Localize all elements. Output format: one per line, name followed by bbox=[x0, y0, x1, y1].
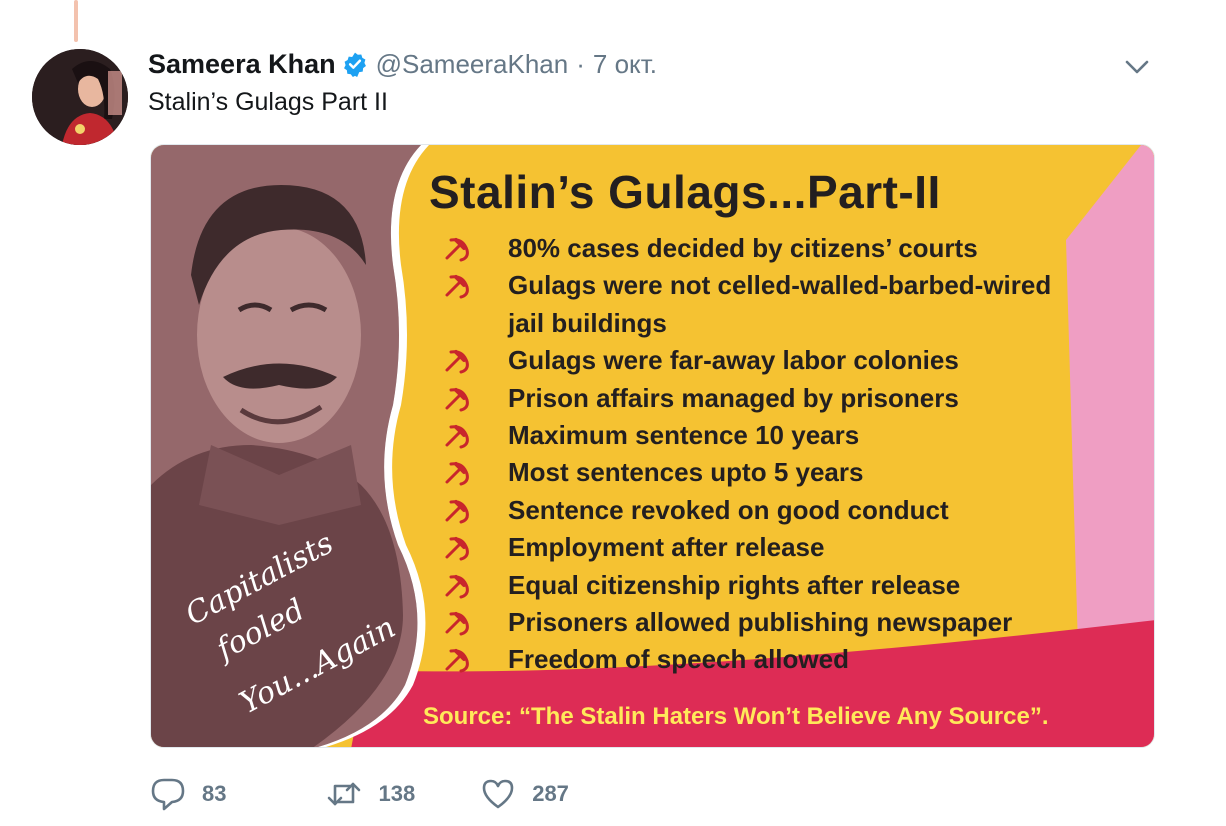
fact-item: Sentence revoked on good conduct bbox=[443, 492, 1051, 529]
fact-item: Prison affairs managed by prisoners bbox=[443, 380, 1051, 417]
like-count: 287 bbox=[532, 781, 569, 806]
fact-item: Gulags were far-away labor colonies bbox=[443, 342, 1051, 379]
retweet-icon bbox=[328, 782, 361, 806]
tweet-timestamp[interactable]: 7 окт. bbox=[593, 49, 657, 80]
fact-item: Freedom of speech allowed bbox=[443, 641, 1051, 678]
avatar[interactable] bbox=[32, 49, 128, 145]
chevron-down-icon[interactable] bbox=[1120, 54, 1154, 80]
like-button[interactable]: 287 bbox=[480, 776, 569, 812]
author-handle[interactable]: @SameeraKhan bbox=[376, 49, 569, 80]
fact-item: Maximum sentence 10 years bbox=[443, 417, 1051, 454]
fact-item: Prisoners allowed publishing newspaper bbox=[443, 604, 1051, 641]
fact-list: 80% cases decided by citizens’ courts Gul… bbox=[443, 230, 1051, 679]
infographic-title: Stalin’s Gulags...Part-II bbox=[429, 166, 941, 218]
fact-item: Employment after release bbox=[443, 529, 1051, 566]
fact-text: Gulags were not celled-walled-barbed-wir… bbox=[508, 270, 1052, 301]
fact-text: Equal citizenship rights after release bbox=[508, 569, 961, 600]
fact-item: 80% cases decided by citizens’ courts bbox=[443, 230, 1051, 267]
tweet-text: Stalin’s Gulags Part II bbox=[148, 88, 388, 116]
slogan-text: Capitalists fooled You...Again bbox=[180, 526, 401, 715]
header-separator: · bbox=[576, 48, 585, 79]
verified-badge-icon bbox=[342, 51, 368, 77]
fact-text: Employment after release bbox=[508, 532, 825, 563]
fact-item: jail buildings bbox=[443, 305, 1051, 342]
tweet-actions: 83 138 287 bbox=[150, 774, 629, 814]
hammer-and-sickle-icon bbox=[443, 230, 483, 267]
fact-text: 80% cases decided by citizens’ courts bbox=[508, 233, 978, 263]
hammer-and-sickle-icon bbox=[443, 641, 483, 678]
hammer-and-sickle-icon bbox=[443, 567, 483, 604]
tweet-media-image[interactable]: Stalin’s Gulags...Part-II 80% cases deci… bbox=[150, 144, 1155, 748]
hammer-and-sickle-icon bbox=[443, 417, 483, 454]
fact-text: Prison affairs managed by prisoners bbox=[508, 382, 959, 413]
fact-text: Prisoners allowed publishing newspaper bbox=[508, 607, 1013, 638]
hammer-and-sickle-icon bbox=[443, 342, 483, 379]
fact-item: Most sentences upto 5 years bbox=[443, 454, 1051, 491]
retweet-count: 138 bbox=[378, 781, 416, 806]
reply-button[interactable]: 83 bbox=[150, 776, 226, 812]
fact-item: Gulags were not celled-walled-barbed-wir… bbox=[443, 267, 1051, 304]
fact-text: Gulags were far-away labor colonies bbox=[508, 345, 959, 376]
hammer-and-sickle-icon bbox=[443, 267, 483, 304]
thread-connector-line bbox=[74, 0, 78, 42]
hammer-and-sickle-icon bbox=[443, 492, 483, 529]
hammer-and-sickle-icon bbox=[443, 604, 483, 641]
fact-text: Maximum sentence 10 years bbox=[508, 420, 860, 451]
hammer-and-sickle-icon bbox=[443, 380, 483, 417]
hammer-and-sickle-icon bbox=[443, 454, 483, 491]
tweet-header: Sameera Khan @SameeraKhan · 7 окт. bbox=[148, 46, 657, 82]
fact-text: jail buildings bbox=[508, 307, 667, 338]
profile-photo bbox=[32, 49, 128, 145]
heart-icon bbox=[482, 779, 514, 809]
fact-text: Most sentences upto 5 years bbox=[508, 457, 864, 488]
hammer-and-sickle-icon bbox=[443, 305, 483, 342]
fact-text: Sentence revoked on good conduct bbox=[508, 494, 949, 525]
fact-text: Freedom of speech allowed bbox=[508, 644, 849, 675]
reply-count: 83 bbox=[202, 781, 227, 806]
source-caption: Source: “The Stalin Haters Won’t Believe… bbox=[423, 703, 1049, 730]
fact-item: Equal citizenship rights after release bbox=[443, 567, 1051, 604]
hammer-and-sickle-icon bbox=[443, 529, 483, 566]
retweet-button[interactable]: 138 bbox=[326, 776, 415, 812]
reply-icon bbox=[151, 778, 185, 811]
author-name[interactable]: Sameera Khan bbox=[148, 49, 336, 80]
